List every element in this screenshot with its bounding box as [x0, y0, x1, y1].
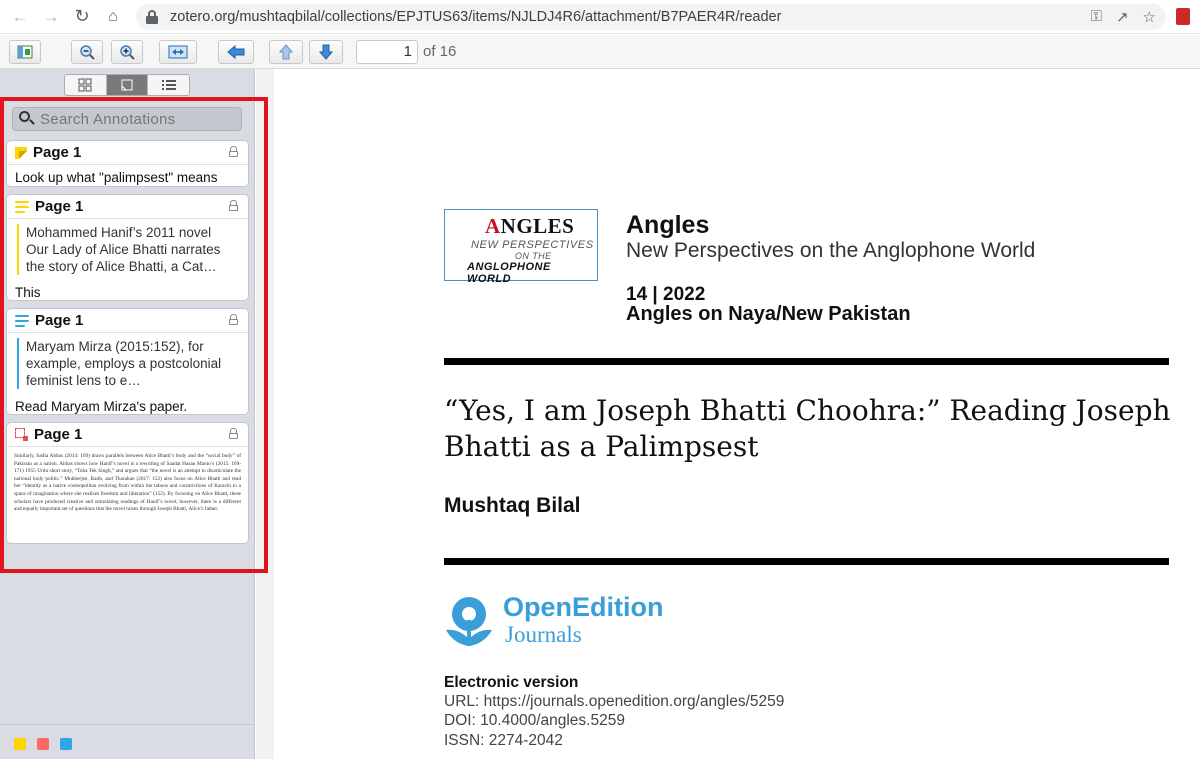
lock-icon: [229, 428, 238, 439]
note-icon: [15, 146, 27, 159]
lock-icon[interactable]: [146, 10, 158, 24]
issue-theme: Angles on Naya/New Pakistan: [626, 303, 911, 325]
outline-icon: [161, 80, 176, 90]
blue-filter-swatch[interactable]: [60, 738, 72, 750]
url-text[interactable]: zotero.org/mushtaqbilal/collections/EPJT…: [170, 9, 781, 25]
key-icon[interactable]: ⚿: [1091, 8, 1102, 26]
divider: [0, 724, 254, 725]
image-snippet[interactable]: Similarly, Sadia Abbas (2014: 169) draws…: [7, 447, 248, 522]
address-bar[interactable]: zotero.org/mushtaqbilal/collections/EPJT…: [136, 4, 1166, 30]
quote-line: the story of Alice Bhatti, a Cat…: [26, 259, 217, 274]
share-icon[interactable]: ↗: [1116, 8, 1129, 26]
annotation-header[interactable]: Page 1: [7, 309, 248, 333]
reader-toolbar: 1 of 16: [0, 35, 1200, 69]
image-annotation-icon: [15, 428, 28, 441]
back-arrow-icon[interactable]: ←: [9, 6, 31, 28]
annotation-search[interactable]: [12, 107, 242, 131]
yellow-filter-swatch[interactable]: [14, 738, 26, 750]
quote-line: Maryam Mirza (2015:152), for: [26, 339, 204, 354]
annotation-header[interactable]: Page 1: [7, 195, 248, 219]
annotation-page-label: Page 1: [34, 426, 83, 443]
reload-icon[interactable]: ↻: [71, 6, 93, 28]
extension-icon[interactable]: [1176, 8, 1190, 25]
journal-subtitle: New Perspectives on the Anglophone World: [626, 239, 1036, 262]
outline-view-button[interactable]: [148, 75, 189, 95]
fit-width-icon: [168, 45, 188, 59]
red-filter-swatch[interactable]: [37, 738, 49, 750]
quote-line: Mohammed Hanif’s 2011 novel: [26, 225, 212, 240]
article-doi: DOI: 10.4000/angles.5259: [444, 712, 625, 729]
logo-title: ANGLES: [485, 214, 575, 238]
zoom-in-icon: [120, 45, 135, 60]
article-title: “Yes, I am Joseph Bhatti Choohra:” Readi…: [444, 394, 1171, 463]
up-arrow-icon: [279, 44, 293, 60]
sidebar-icon: [17, 45, 33, 59]
zoom-out-button[interactable]: [71, 40, 103, 64]
logo-line: NEW PERSPECTIVES: [471, 239, 594, 251]
annotation-page-label: Page 1: [35, 198, 84, 215]
page-total-label: of 16: [423, 43, 457, 60]
quote-line: feminist lens to e…: [26, 373, 141, 388]
color-filter: [14, 738, 72, 750]
highlight-quote: Maryam Mirza (2015:152), for example, em…: [17, 338, 240, 389]
annotation-page-label: Page 1: [33, 144, 82, 161]
journal-logo: ANGLES NEW PERSPECTIVES ON THE ANGLOPHON…: [444, 209, 598, 285]
highlight-icon: [15, 200, 29, 213]
openedition-logo-icon: [446, 597, 492, 646]
publisher-name: OpenEdition: [503, 592, 664, 622]
bookmark-star-icon[interactable]: ☆: [1143, 8, 1156, 26]
logo-line: ON THE: [515, 251, 552, 261]
annotation-comment[interactable]: This: [7, 281, 248, 306]
down-arrow-icon: [319, 44, 333, 60]
home-icon[interactable]: ⌂: [102, 6, 124, 28]
zoom-in-button[interactable]: [111, 40, 143, 64]
electronic-version-heading: Electronic version: [444, 674, 579, 691]
toggle-sidebar-button[interactable]: [9, 40, 41, 64]
horizontal-rule: [444, 358, 1169, 365]
quote-line: example, employs a postcolonial: [26, 356, 222, 371]
highlight-quote: Mohammed Hanif’s 2011 novel Our Lady of …: [17, 224, 240, 275]
fit-width-button[interactable]: [159, 40, 197, 64]
page-number-input[interactable]: 1: [356, 40, 418, 64]
navigate-back-button[interactable]: [218, 40, 254, 64]
previous-page-button[interactable]: [269, 40, 303, 64]
highlight-icon: [15, 314, 29, 327]
horizontal-rule: [444, 558, 1169, 565]
annotation-card[interactable]: Page 1 Maryam Mirza (2015:152), for exam…: [6, 308, 249, 415]
annotation-header[interactable]: Page 1: [7, 423, 248, 447]
browser-toolbar: ← → ↻ ⌂ zotero.org/mushtaqbilal/collecti…: [0, 0, 1200, 34]
search-icon: [18, 110, 36, 128]
journal-title: Angles: [626, 211, 710, 239]
thumbnails-icon: [78, 78, 92, 92]
annotation-card[interactable]: Page 1 Similarly, Sadia Abbas (2014: 169…: [6, 422, 249, 544]
publisher-subtitle: Journals: [505, 622, 582, 647]
forward-arrow-icon[interactable]: →: [40, 6, 62, 28]
lock-icon: [229, 200, 238, 211]
note-text[interactable]: Look up what "palimpsest" means: [7, 165, 248, 192]
left-arrow-icon: [227, 45, 245, 59]
article-issn: ISSN: 2274-2042: [444, 732, 563, 749]
thumbnails-view-button[interactable]: [65, 75, 107, 95]
annotations-icon: [121, 79, 133, 91]
annotation-page-label: Page 1: [35, 312, 84, 329]
article-url: URL: https://journals.openedition.org/an…: [444, 693, 785, 710]
article-author: Mushtaq Bilal: [444, 494, 581, 517]
annotations-view-button[interactable]: [106, 75, 149, 95]
annotation-card[interactable]: Page 1 Mohammed Hanif’s 2011 novel Our L…: [6, 194, 249, 301]
quote-line: Our Lady of Alice Bhatti narrates: [26, 242, 221, 257]
logo-line: ANGLOPHONE WORLD: [467, 261, 551, 285]
annotation-header[interactable]: Page 1: [7, 141, 248, 165]
annotations-sidebar: Page 1 Look up what "palimpsest" means P…: [0, 69, 255, 759]
annotation-card[interactable]: Page 1 Look up what "palimpsest" means: [6, 140, 249, 187]
zoom-out-icon: [80, 45, 95, 60]
next-page-button[interactable]: [309, 40, 343, 64]
lock-icon: [229, 314, 238, 325]
search-input[interactable]: [40, 110, 240, 128]
sidebar-view-toggle: [64, 74, 190, 96]
annotation-comment[interactable]: Read Maryam Mirza's paper.: [7, 395, 248, 420]
lock-icon: [229, 146, 238, 157]
sidebar-splitter[interactable]: [256, 69, 274, 759]
